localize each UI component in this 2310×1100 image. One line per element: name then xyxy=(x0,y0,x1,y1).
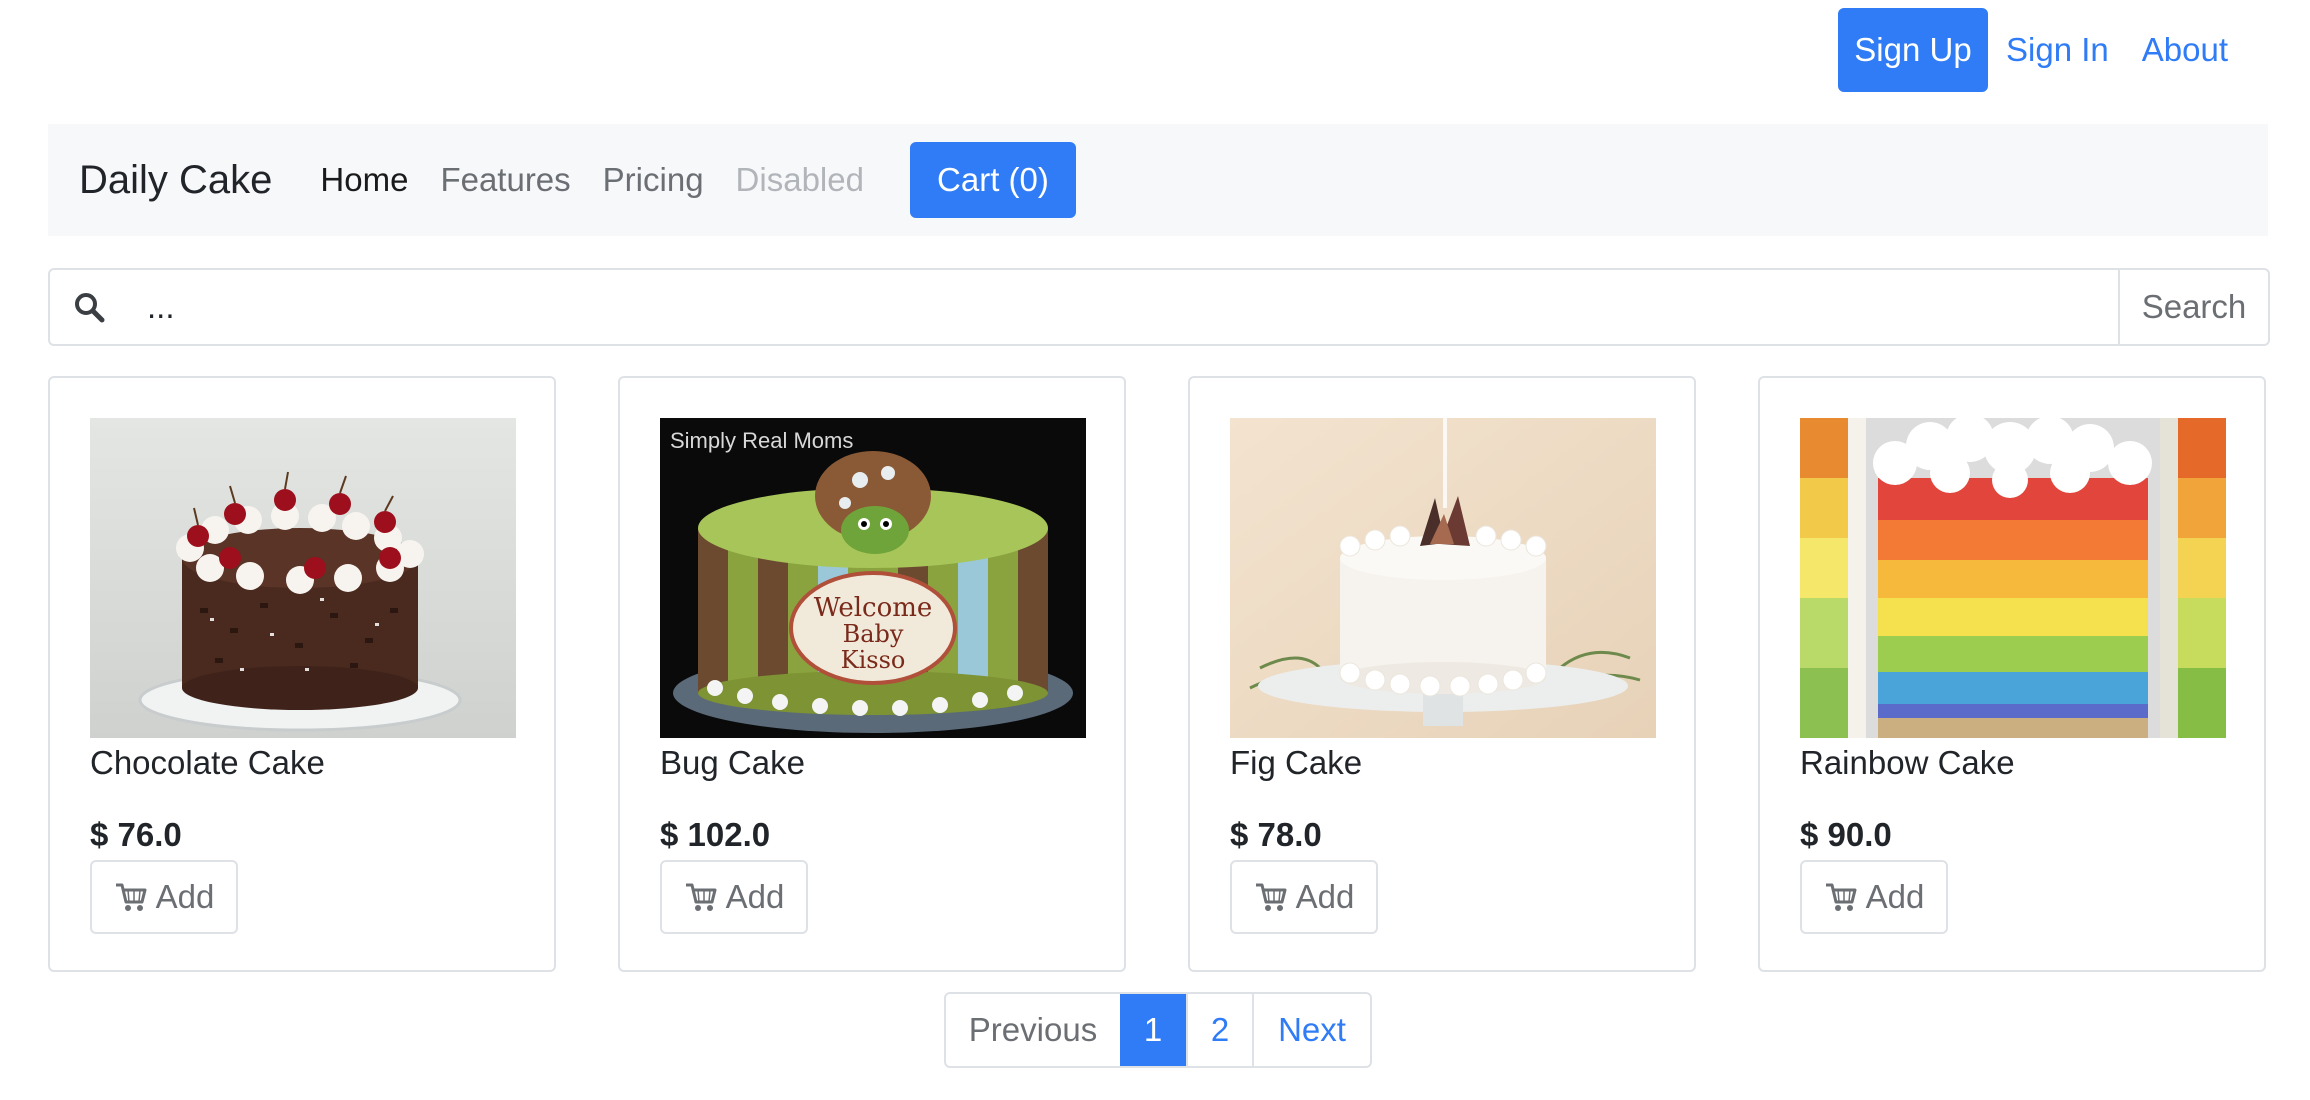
nav-features[interactable]: Features xyxy=(440,161,570,199)
add-to-cart-button[interactable]: Add xyxy=(660,860,808,934)
product-price: $ 78.0 xyxy=(1230,816,1322,853)
product-title: Bug Cake xyxy=(660,744,805,781)
search-input[interactable] xyxy=(127,270,2118,344)
product-card: Simply Real Moms Welcome Baby Kisso Bug … xyxy=(618,376,1126,972)
cart-icon xyxy=(1824,882,1858,912)
chocolate-cake-image xyxy=(90,418,516,738)
search-icon xyxy=(50,270,127,344)
svg-text:Welcome: Welcome xyxy=(814,593,933,623)
add-label: Add xyxy=(725,878,785,915)
add-to-cart-button[interactable]: Add xyxy=(1230,860,1378,934)
cart-icon xyxy=(114,882,148,912)
fig-cake-image xyxy=(1230,418,1656,738)
svg-text:Kisso: Kisso xyxy=(841,646,906,674)
add-label: Add xyxy=(1295,878,1355,915)
search-button[interactable]: Search xyxy=(2118,270,2268,344)
product-price: $ 90.0 xyxy=(1800,816,1892,853)
cart-icon xyxy=(1254,882,1288,912)
add-to-cart-button[interactable]: Add xyxy=(1800,860,1948,934)
product-card: Fig Cake $ 78.0 Add xyxy=(1188,376,1696,972)
sign-up-button[interactable]: Sign Up xyxy=(1838,8,1988,92)
product-title: Chocolate Cake xyxy=(90,744,325,781)
product-card: Rainbow Cake $ 90.0 Add xyxy=(1758,376,2266,972)
bug-cake-image: Simply Real Moms Welcome Baby Kisso xyxy=(660,418,1086,738)
sign-in-link[interactable]: Sign In xyxy=(2006,31,2109,69)
top-links: Sign Up Sign In About xyxy=(1838,8,2228,92)
nav-pricing[interactable]: Pricing xyxy=(603,161,704,199)
pagination-page-2[interactable]: 2 xyxy=(1186,994,1252,1066)
main-navbar: Daily Cake Home Features Pricing Disable… xyxy=(48,124,2268,236)
add-to-cart-button[interactable]: Add xyxy=(90,860,238,934)
cart-icon xyxy=(684,882,718,912)
image-caption: Simply Real Moms xyxy=(670,428,853,453)
nav-disabled: Disabled xyxy=(735,161,864,198)
about-link[interactable]: About xyxy=(2142,31,2228,69)
product-price: $ 102.0 xyxy=(660,816,771,853)
pagination: Previous 1 2 Next xyxy=(944,992,1372,1068)
nav-home[interactable]: Home xyxy=(320,161,408,199)
search-bar: Search xyxy=(48,268,2270,346)
svg-text:Baby: Baby xyxy=(843,620,904,648)
rainbow-cake-image xyxy=(1800,418,2226,738)
product-title: Rainbow Cake xyxy=(1800,744,2015,781)
pagination-previous[interactable]: Previous xyxy=(946,994,1120,1066)
product-grid: Chocolate Cake $ 76.0 Add Simply Real Mo… xyxy=(48,376,2270,976)
cart-button[interactable]: Cart (0) xyxy=(909,142,1076,218)
product-price: $ 76.0 xyxy=(90,816,182,853)
pagination-next[interactable]: Next xyxy=(1252,994,1370,1066)
pagination-page-1[interactable]: 1 xyxy=(1120,994,1186,1066)
brand-logo-text[interactable]: Daily Cake xyxy=(79,158,272,203)
add-label: Add xyxy=(1865,878,1925,915)
product-card: Chocolate Cake $ 76.0 Add xyxy=(48,376,556,972)
product-title: Fig Cake xyxy=(1230,744,1363,781)
add-label: Add xyxy=(155,878,215,915)
